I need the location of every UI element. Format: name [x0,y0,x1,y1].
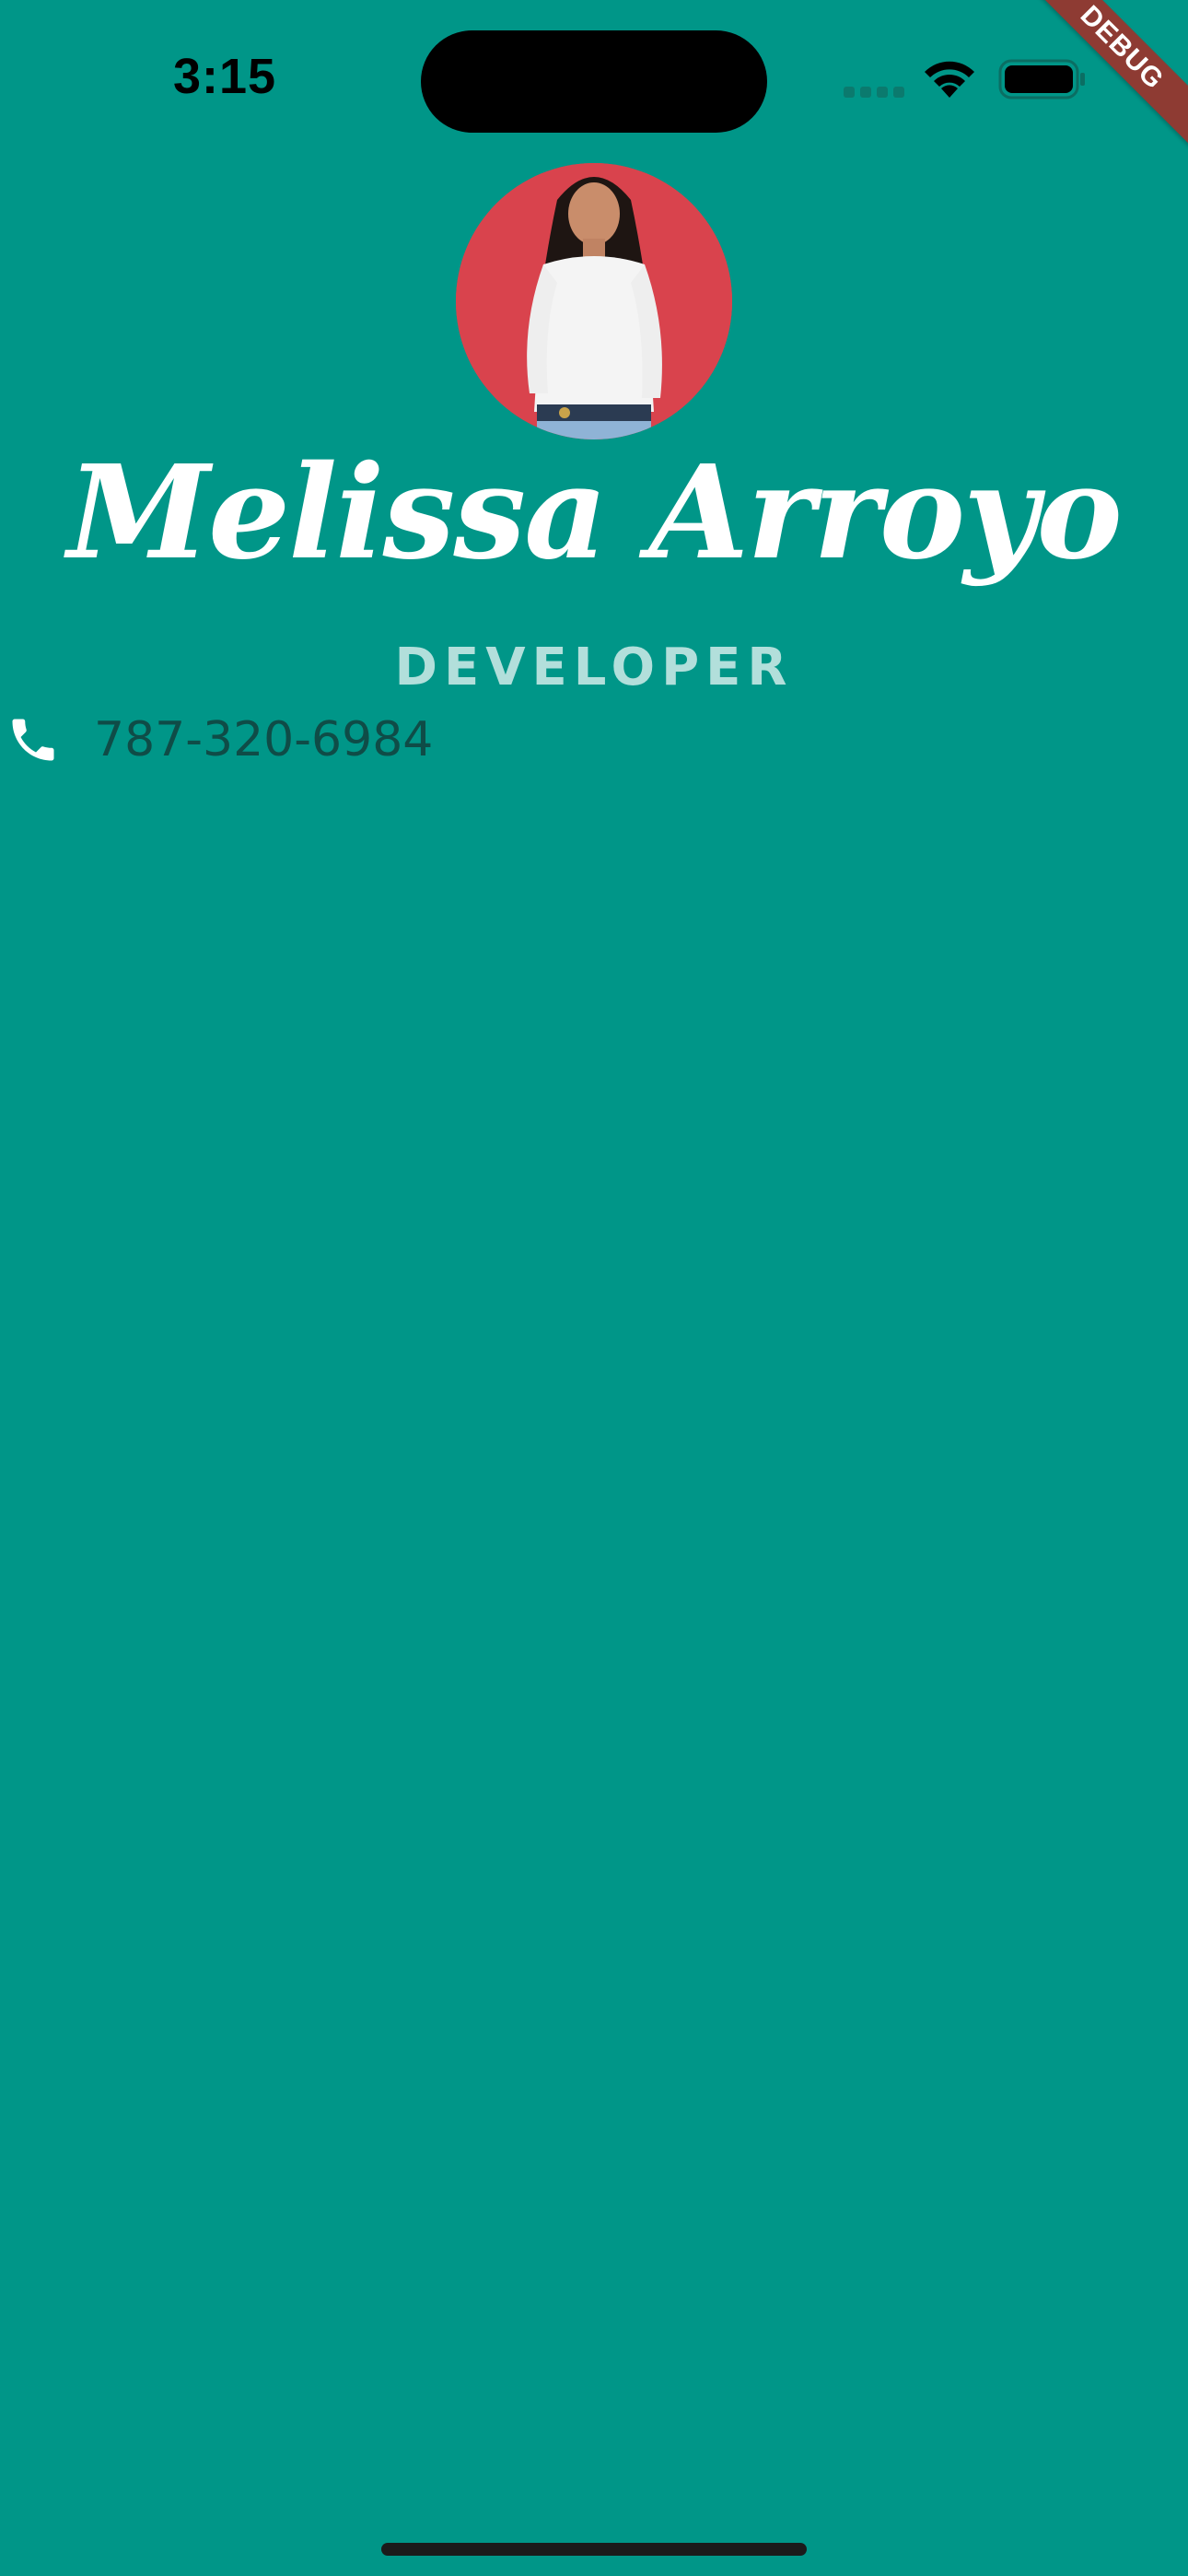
status-time: 3:15 [173,49,277,104]
wifi-icon [925,61,974,98]
battery-icon [998,59,1085,100]
dynamic-island [421,30,767,133]
profile-title: DEVELOPER [394,638,794,697]
phone-number[interactable]: 787-320-6984 [94,712,433,767]
profile-name: Melissa Arroyo [67,438,1123,589]
phone-row[interactable]: 787-320-6984 [6,708,433,772]
avatar-image [456,163,732,439]
phone-icon [12,719,54,761]
home-indicator[interactable] [381,2543,807,2556]
avatar [456,163,732,439]
signal-icon [844,87,904,98]
